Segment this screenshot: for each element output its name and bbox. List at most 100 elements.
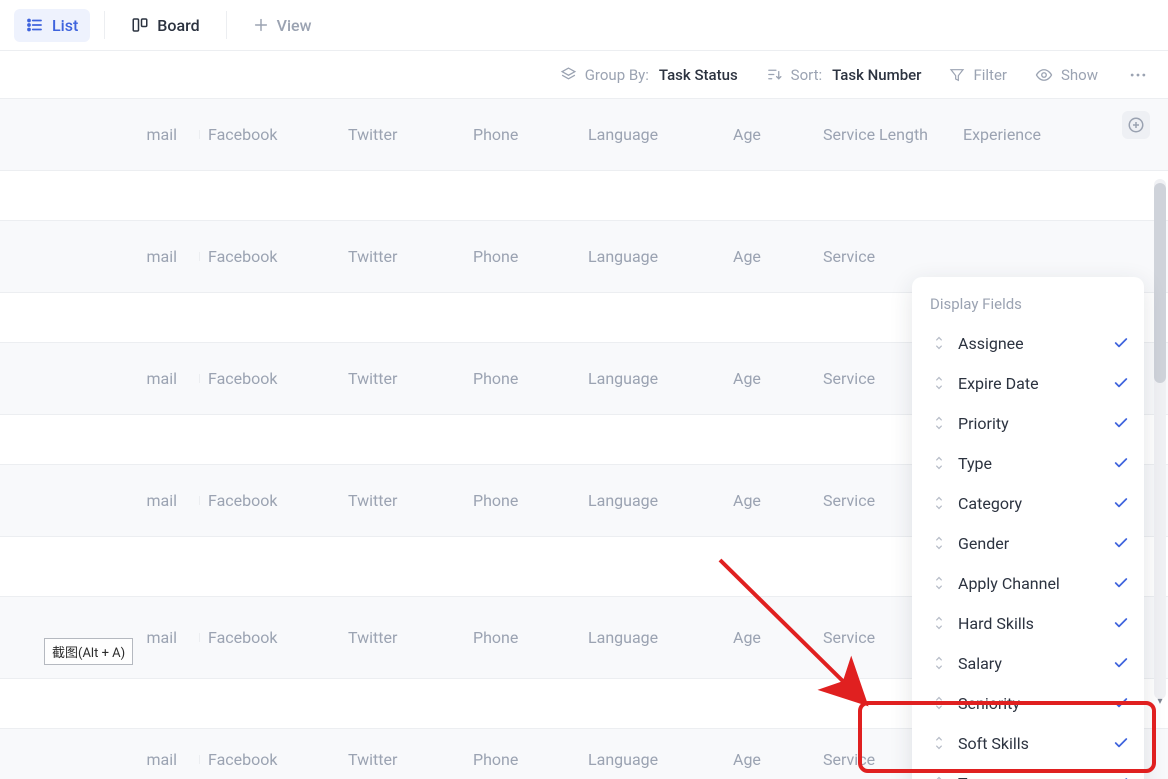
col-email[interactable]: mail	[0, 125, 200, 144]
display-field-category[interactable]: Category	[918, 483, 1138, 523]
col-email[interactable]: mail	[0, 750, 200, 769]
col-age[interactable]: Age	[725, 491, 815, 510]
col-facebook[interactable]: Facebook	[200, 369, 340, 388]
board-icon	[131, 16, 149, 34]
display-field-priority[interactable]: Priority	[918, 403, 1138, 443]
filter-control[interactable]: Filter	[949, 66, 1007, 84]
col-age[interactable]: Age	[725, 750, 815, 769]
group-by-value: Task Status	[659, 66, 738, 84]
plus-icon	[253, 17, 269, 33]
scrollbar-arrow-down-icon[interactable]: ▾	[1154, 695, 1166, 707]
drag-handle-icon[interactable]	[930, 336, 948, 350]
col-facebook[interactable]: Facebook	[200, 628, 340, 647]
col-facebook[interactable]: Facebook	[200, 750, 340, 769]
drag-handle-icon[interactable]	[930, 376, 948, 390]
display-field-label: Priority	[958, 414, 1112, 433]
col-language[interactable]: Language	[580, 491, 725, 510]
col-language[interactable]: Language	[580, 125, 725, 144]
drag-handle-icon[interactable]	[930, 696, 948, 710]
show-label: Show	[1061, 66, 1098, 84]
col-facebook[interactable]: Facebook	[200, 491, 340, 510]
col-phone[interactable]: Phone	[465, 750, 580, 769]
display-field-type[interactable]: Type	[918, 763, 1138, 779]
check-icon	[1112, 775, 1130, 779]
col-service-length[interactable]: Service	[815, 247, 955, 266]
display-field-label: Type	[958, 454, 1112, 473]
col-phone[interactable]: Phone	[465, 369, 580, 388]
view-tab-list-label: List	[52, 16, 78, 35]
view-tab-list[interactable]: List	[14, 9, 90, 42]
col-twitter[interactable]: Twitter	[340, 750, 465, 769]
display-field-gender[interactable]: Gender	[918, 523, 1138, 563]
check-icon	[1112, 575, 1130, 591]
sort-control[interactable]: Sort: Task Number	[766, 66, 922, 84]
drag-handle-icon[interactable]	[930, 736, 948, 750]
display-field-salary[interactable]: Salary	[918, 643, 1138, 683]
col-language[interactable]: Language	[580, 750, 725, 769]
view-bar: List Board View	[0, 0, 1168, 50]
drag-handle-icon[interactable]	[930, 416, 948, 430]
add-column-button[interactable]	[1122, 111, 1150, 139]
col-phone[interactable]: Phone	[465, 125, 580, 144]
sort-label: Sort:	[791, 66, 822, 84]
display-field-type[interactable]: Type	[918, 443, 1138, 483]
col-language[interactable]: Language	[580, 247, 725, 266]
display-field-label: Salary	[958, 654, 1112, 673]
col-phone[interactable]: Phone	[465, 247, 580, 266]
add-view-label: View	[277, 16, 312, 35]
drag-handle-icon[interactable]	[930, 496, 948, 510]
display-field-soft-skills[interactable]: Soft Skills	[918, 723, 1138, 763]
col-age[interactable]: Age	[725, 125, 815, 144]
col-age[interactable]: Age	[725, 369, 815, 388]
drag-handle-icon[interactable]	[930, 616, 948, 630]
col-experience[interactable]: Experience	[955, 125, 1085, 144]
display-field-apply-channel[interactable]: Apply Channel	[918, 563, 1138, 603]
group-spacer	[0, 171, 1168, 221]
check-icon	[1112, 615, 1130, 631]
display-field-label: Seniority	[958, 694, 1112, 713]
col-twitter[interactable]: Twitter	[340, 247, 465, 266]
view-tab-board[interactable]: Board	[119, 9, 211, 42]
col-age[interactable]: Age	[725, 628, 815, 647]
display-field-assignee[interactable]: Assignee	[918, 323, 1138, 363]
col-email[interactable]: mail	[0, 369, 200, 388]
sort-value: Task Number	[832, 66, 921, 84]
col-service-length[interactable]: Service Length	[815, 125, 955, 144]
col-facebook[interactable]: Facebook	[200, 125, 340, 144]
col-twitter[interactable]: Twitter	[340, 125, 465, 144]
display-field-expire-date[interactable]: Expire Date	[918, 363, 1138, 403]
sort-icon	[766, 66, 783, 83]
table-toolbar: Group By: Task Status Sort: Task Number …	[0, 50, 1168, 98]
drag-handle-icon[interactable]	[930, 576, 948, 590]
display-field-label: Gender	[958, 534, 1112, 553]
drag-handle-icon[interactable]	[930, 536, 948, 550]
display-field-label: Category	[958, 494, 1112, 513]
table-area: mail Facebook Twitter Phone Language Age…	[0, 98, 1168, 779]
col-language[interactable]: Language	[580, 369, 725, 388]
check-icon	[1112, 735, 1130, 751]
filter-label: Filter	[973, 66, 1007, 84]
col-language[interactable]: Language	[580, 628, 725, 647]
drag-handle-icon[interactable]	[930, 456, 948, 470]
display-field-seniority[interactable]: Seniority	[918, 683, 1138, 723]
drag-handle-icon[interactable]	[930, 656, 948, 670]
col-twitter[interactable]: Twitter	[340, 491, 465, 510]
col-age[interactable]: Age	[725, 247, 815, 266]
col-twitter[interactable]: Twitter	[340, 628, 465, 647]
group-by-control[interactable]: Group By: Task Status	[560, 66, 738, 84]
show-control[interactable]: Show	[1035, 66, 1098, 84]
col-phone[interactable]: Phone	[465, 491, 580, 510]
col-twitter[interactable]: Twitter	[340, 369, 465, 388]
stack-icon	[560, 66, 577, 83]
col-facebook[interactable]: Facebook	[200, 247, 340, 266]
scrollbar-thumb[interactable]	[1154, 183, 1166, 383]
display-field-hard-skills[interactable]: Hard Skills	[918, 603, 1138, 643]
col-email[interactable]: mail	[0, 247, 200, 266]
col-email[interactable]: mail	[0, 491, 200, 510]
col-phone[interactable]: Phone	[465, 628, 580, 647]
add-view-button[interactable]: View	[241, 9, 324, 42]
check-icon	[1112, 415, 1130, 431]
divider	[226, 11, 227, 39]
display-field-label: Soft Skills	[958, 734, 1112, 753]
more-menu-button[interactable]	[1126, 63, 1150, 87]
